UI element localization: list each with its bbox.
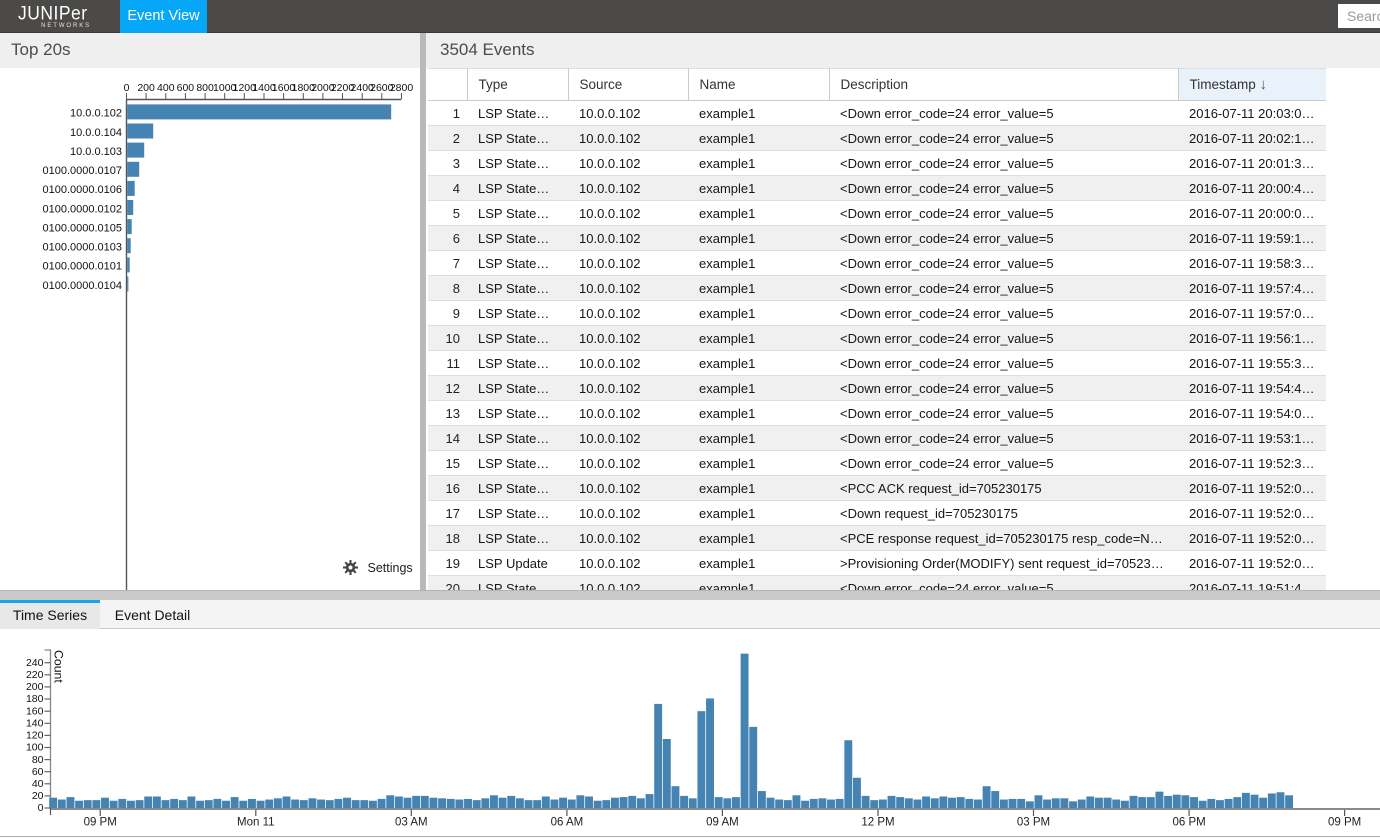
svg-text:0100.0000.0105: 0100.0000.0105	[42, 222, 122, 234]
svg-text:140: 140	[26, 718, 44, 730]
svg-text:Count: Count	[52, 650, 66, 683]
svg-text:600: 600	[177, 82, 195, 94]
svg-text:03 PM: 03 PM	[1017, 817, 1050, 829]
svg-text:2800: 2800	[390, 82, 414, 94]
svg-text:240: 240	[26, 657, 44, 669]
svg-text:180: 180	[26, 693, 44, 705]
svg-text:0100.0000.0104: 0100.0000.0104	[42, 280, 122, 292]
svg-text:0: 0	[38, 802, 44, 814]
svg-text:09 PM: 09 PM	[84, 817, 117, 829]
svg-text:200: 200	[26, 681, 44, 693]
svg-text:220: 220	[26, 669, 44, 681]
svg-text:06 PM: 06 PM	[1172, 817, 1205, 829]
svg-text:0100.0000.0106: 0100.0000.0106	[42, 184, 122, 196]
svg-text:0100.0000.0102: 0100.0000.0102	[42, 203, 122, 215]
svg-text:100: 100	[26, 742, 44, 754]
svg-text:10.0.0.103: 10.0.0.103	[70, 146, 122, 158]
svg-text:120: 120	[26, 730, 44, 742]
svg-text:80: 80	[32, 754, 44, 766]
svg-text:Mon 11: Mon 11	[237, 817, 275, 829]
svg-text:800: 800	[196, 82, 214, 94]
svg-text:60: 60	[32, 766, 44, 778]
svg-text:0100.0000.0103: 0100.0000.0103	[42, 242, 122, 254]
svg-text:10.0.0.102: 10.0.0.102	[70, 108, 122, 120]
svg-text:20: 20	[32, 790, 44, 802]
svg-text:10.0.0.104: 10.0.0.104	[70, 127, 122, 139]
svg-text:09 AM: 09 AM	[706, 817, 739, 829]
svg-text:12 PM: 12 PM	[861, 817, 894, 829]
svg-text:0100.0000.0101: 0100.0000.0101	[42, 261, 122, 273]
svg-text:03 AM: 03 AM	[395, 817, 428, 829]
svg-text:400: 400	[157, 82, 175, 94]
svg-text:160: 160	[26, 705, 44, 717]
svg-text:0100.0000.0107: 0100.0000.0107	[42, 165, 122, 177]
svg-text:200: 200	[137, 82, 155, 94]
svg-text:40: 40	[32, 778, 44, 790]
svg-text:0: 0	[124, 82, 130, 94]
svg-text:09 PM: 09 PM	[1328, 817, 1361, 829]
svg-text:06 AM: 06 AM	[551, 817, 584, 829]
